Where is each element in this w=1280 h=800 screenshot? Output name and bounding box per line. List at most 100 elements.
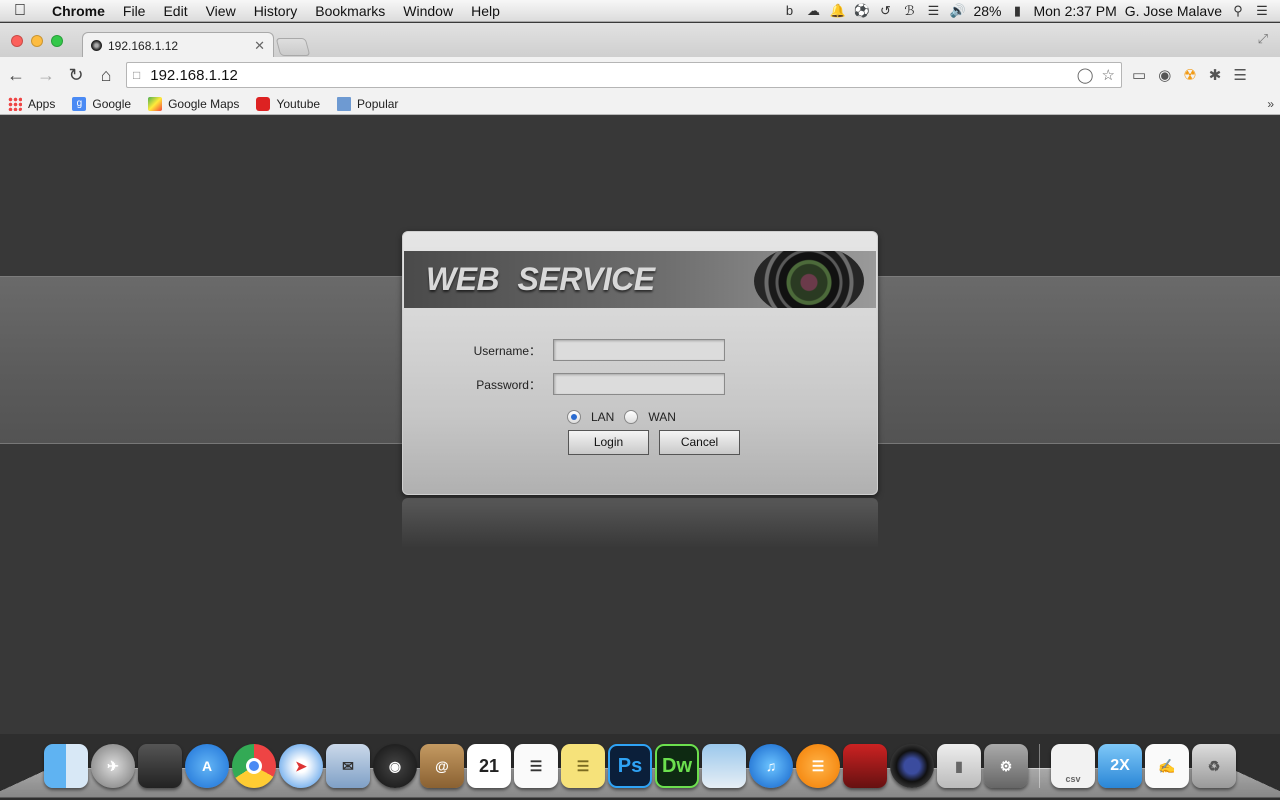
apps-grid-icon (8, 96, 22, 111)
lan-label[interactable]: LAN (591, 410, 614, 424)
camera-icon[interactable] (890, 744, 934, 788)
tab-strip: 192.168.1.12 ✕ ⤢ (0, 23, 1280, 58)
url-text[interactable]: 192.168.1.12 (150, 67, 238, 84)
bookmark-label: Google Maps (168, 96, 240, 111)
document-icon[interactable]: ✍ (1145, 744, 1189, 788)
chrome-icon[interactable] (232, 744, 276, 788)
2x-client-icon[interactable]: 2X (1098, 744, 1142, 788)
page-icon: □ (133, 68, 141, 82)
radiation-extension-icon[interactable]: ☢ (1183, 66, 1196, 84)
reload-icon[interactable]: ↻ (62, 65, 90, 86)
forward-icon[interactable]: → (32, 65, 60, 86)
menu-file[interactable]: File (114, 3, 155, 19)
menu-edit[interactable]: Edit (154, 3, 196, 19)
bluetooth-icon[interactable]: ℬ (901, 3, 917, 19)
battery-percent[interactable]: 28% (973, 3, 1001, 19)
close-window-button[interactable] (11, 35, 23, 47)
notes-icon[interactable]: ☰ (561, 744, 605, 788)
finder-icon[interactable] (44, 744, 88, 788)
contacts-icon[interactable]: @ (420, 744, 464, 788)
lan-radio[interactable] (567, 410, 581, 424)
bookmark-google-maps[interactable]: Google Maps (148, 96, 240, 111)
trash-icon[interactable]: ♻ (1192, 744, 1236, 788)
menu-help[interactable]: Help (462, 3, 509, 19)
dreamweaver-icon[interactable]: Dw (655, 744, 699, 788)
menu-bookmarks[interactable]: Bookmarks (306, 3, 394, 19)
clock[interactable]: Mon 2:37 PM (1033, 3, 1116, 19)
apple-icon[interactable]:  (14, 2, 44, 20)
bookmarks-overflow-icon[interactable]: » (1267, 97, 1274, 111)
bookmark-popular[interactable]: Popular (337, 96, 399, 111)
bookmark-star-icon[interactable]: ☆ (1102, 66, 1115, 84)
minimize-window-button[interactable] (31, 35, 43, 47)
browser-tab[interactable]: 192.168.1.12 ✕ (82, 32, 274, 58)
bookmark-label: Popular (357, 96, 399, 111)
bookmark-youtube[interactable]: Youtube (256, 96, 321, 111)
safari-icon[interactable]: ➤ (279, 744, 323, 788)
username-row: Username： (403, 339, 725, 361)
volume-icon[interactable]: 🔊 (949, 3, 965, 19)
b-icon[interactable]: b (781, 3, 797, 18)
wan-radio[interactable] (624, 410, 639, 424)
facetime-icon[interactable]: ◉ (373, 744, 417, 788)
cloud-icon[interactable]: ☁ (805, 3, 821, 19)
ibooks-icon[interactable]: ☰ (796, 744, 840, 788)
tab-close-icon[interactable]: ✕ (254, 38, 265, 54)
menu-view[interactable]: View (197, 3, 245, 19)
address-bar[interactable]: □ 192.168.1.12 ◯ ☆ (126, 62, 1122, 88)
fullscreen-icon[interactable]: ⤢ (1258, 31, 1268, 47)
cast-icon[interactable]: ▭ (1132, 66, 1146, 84)
browser-toolbar: ← → ↻ ⌂ □ 192.168.1.12 ◯ ☆ ▭ ◉ ☢ ✱ ☰ (0, 57, 1280, 93)
mail-icon[interactable]: ✉ (326, 744, 370, 788)
panel-reflection (402, 498, 878, 548)
basketball-icon[interactable]: ⚽ (853, 3, 869, 19)
cancel-button[interactable]: Cancel (659, 430, 740, 455)
notification-bell-icon[interactable]: 🔔 (829, 3, 845, 19)
app-store-icon[interactable]: A (185, 744, 229, 788)
bug-extension-icon[interactable]: ✱ (1209, 66, 1222, 84)
preview-icon[interactable] (702, 744, 746, 788)
itunes-icon[interactable]: ♫ (749, 744, 793, 788)
password-input[interactable] (553, 373, 725, 395)
photo-booth-icon[interactable] (138, 744, 182, 788)
menu-app-chrome[interactable]: Chrome (44, 3, 114, 19)
login-button[interactable]: Login (568, 430, 649, 455)
bookmark-label: Apps (28, 96, 56, 111)
password-row: Password： (403, 373, 725, 395)
login-panel: WEB SERVICE Username： Password： LAN WAN … (402, 231, 878, 495)
lightbulb-icon[interactable]: ◯ (1077, 66, 1094, 84)
switch-icon[interactable]: ▮ (937, 744, 981, 788)
spotlight-search-icon[interactable]: ⚲ (1230, 3, 1246, 19)
bookmark-label: Youtube (276, 96, 321, 111)
battery-icon[interactable]: ▮ (1009, 3, 1025, 19)
time-machine-icon[interactable]: ↺ (877, 3, 893, 19)
bookmark-label: Google (92, 96, 132, 111)
camera-extension-icon[interactable]: ◉ (1158, 66, 1171, 84)
camera-lens-icon (754, 251, 864, 308)
new-tab-button[interactable] (275, 38, 311, 56)
home-icon[interactable]: ⌂ (92, 65, 120, 86)
user-name[interactable]: G. Jose Malave (1125, 3, 1222, 19)
csv-file-icon[interactable]: csv (1051, 744, 1095, 788)
menu-window[interactable]: Window (394, 3, 462, 19)
bookmark-apps[interactable]: Apps (8, 96, 56, 111)
zoom-window-button[interactable] (51, 35, 63, 47)
photo-slideshow-icon[interactable] (843, 744, 887, 788)
photoshop-icon[interactable]: Ps (608, 744, 652, 788)
back-icon[interactable]: ← (2, 65, 30, 86)
chrome-menu-icon[interactable]: ☰ (1233, 66, 1246, 84)
reminders-icon[interactable]: ☰ (514, 744, 558, 788)
launchpad-icon[interactable]: ✈ (91, 744, 135, 788)
folder-icon (337, 96, 352, 111)
system-preferences-icon[interactable]: ⚙ (984, 744, 1028, 788)
menu-bar:  Chrome File Edit View History Bookmark… (0, 0, 1280, 22)
tab-title: 192.168.1.12 (108, 38, 179, 53)
notification-center-icon[interactable]: ☰ (1254, 3, 1270, 19)
camera-favicon-icon (91, 40, 102, 51)
wifi-icon[interactable]: ☰ (925, 3, 941, 19)
username-input[interactable] (553, 339, 725, 361)
wan-label[interactable]: WAN (648, 410, 676, 424)
menu-history[interactable]: History (245, 3, 307, 19)
calendar-icon[interactable]: 21 (467, 744, 511, 788)
bookmark-google[interactable]: g Google (72, 96, 132, 111)
